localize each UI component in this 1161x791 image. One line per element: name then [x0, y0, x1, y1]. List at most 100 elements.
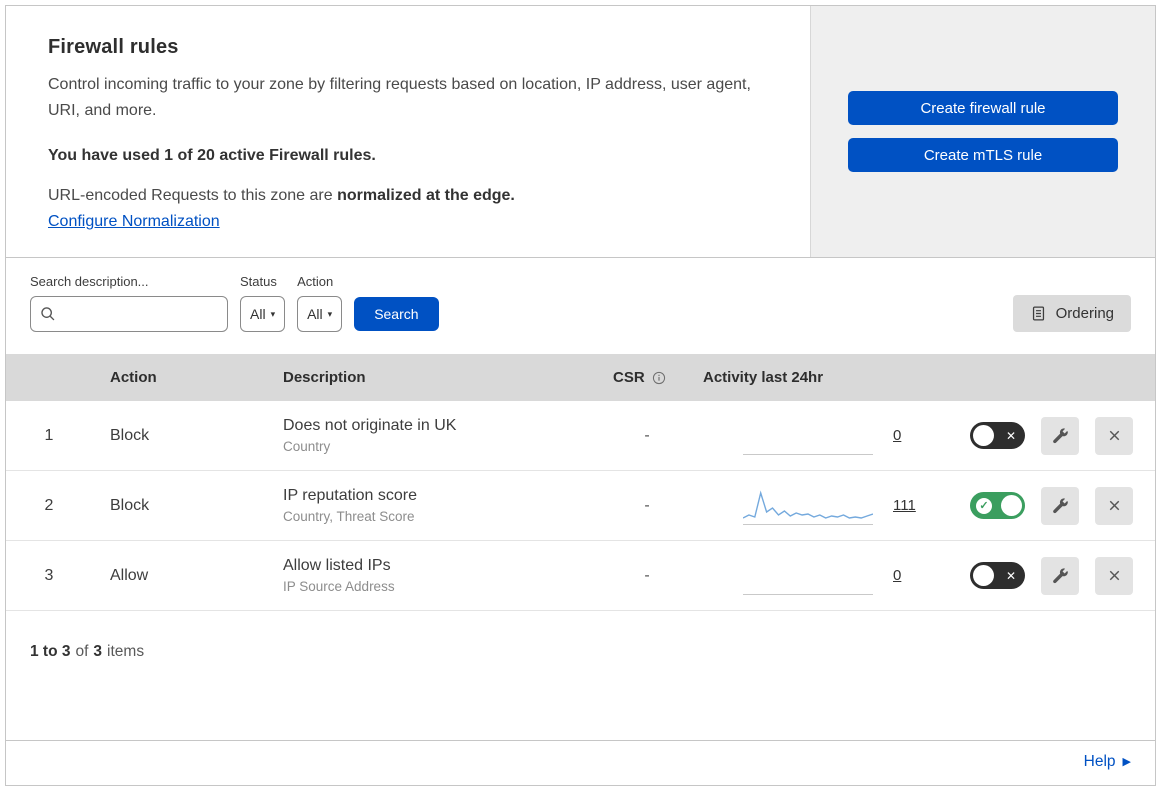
column-header-activity: Activity last 24hr — [703, 369, 824, 387]
rule-criteria: Country, Threat Score — [283, 509, 415, 525]
toggle-state-icon: ✕ — [1005, 568, 1016, 583]
header-content: Firewall rules Control incoming traffic … — [6, 6, 810, 257]
delete-rule-button[interactable] — [1095, 556, 1133, 595]
search-label: Search description... — [30, 274, 149, 290]
column-header-action: Action — [110, 369, 157, 387]
info-icon[interactable] — [652, 371, 666, 385]
close-icon — [1106, 567, 1123, 584]
activity-count-link[interactable]: 111 — [893, 497, 916, 514]
rule-csr-value: - — [644, 566, 650, 584]
action-dropdown-value: All — [307, 306, 323, 323]
normalization-text: URL-encoded Requests to this zone are — [48, 187, 338, 205]
chevron-down-icon: ▾ — [270, 308, 276, 319]
pagination-summary: 1 to 3 of 3 items — [6, 611, 1155, 740]
rule-description[interactable]: Allow listed IPs — [283, 557, 601, 575]
activity-sparkline — [743, 557, 873, 595]
rule-enabled-toggle[interactable]: ✕ — [970, 562, 1025, 590]
rule-csr-value: - — [644, 426, 650, 444]
toggle-knob — [973, 425, 994, 447]
ordering-button-label: Ordering — [1055, 305, 1114, 323]
rule-csr-value: - — [644, 496, 650, 514]
wrench-icon — [1051, 427, 1069, 445]
rule-activity-cell: 0 — [693, 417, 961, 455]
configure-normalization-link[interactable]: Configure Normalization — [48, 213, 220, 231]
edit-rule-button[interactable] — [1041, 556, 1079, 595]
page-title: Firewall rules — [48, 36, 179, 58]
rule-activity-cell: 111 — [693, 487, 961, 525]
actions-panel: Create firewall rule Create mTLS rule — [810, 6, 1155, 258]
table-row: 3 Allow Allow listed IPs IP Source Addre… — [6, 541, 1155, 612]
rule-action: Allow — [110, 566, 149, 584]
normalization-bold-text: normalized at the edge. — [337, 187, 515, 205]
items-of-text: of — [75, 643, 89, 661]
rule-description[interactable]: Does not originate in UK — [283, 417, 601, 435]
action-filter-group: Action All ▾ — [297, 274, 343, 333]
edit-rule-button[interactable] — [1041, 416, 1079, 455]
status-label: Status — [240, 274, 277, 290]
items-label: items — [107, 643, 145, 661]
search-input-wrapper — [30, 296, 228, 333]
search-group: Search description... — [30, 274, 228, 333]
header-section: Firewall rules Control incoming traffic … — [6, 6, 1155, 259]
ordering-list-icon — [1030, 305, 1047, 322]
rule-action: Block — [110, 426, 150, 444]
rule-priority: 2 — [44, 496, 54, 514]
csr-header-label: CSR — [613, 369, 645, 387]
delete-rule-button[interactable] — [1095, 486, 1133, 525]
usage-summary: You have used 1 of 20 active Firewall ru… — [48, 147, 376, 165]
filters-bar: Search description... Status All ▾ Actio… — [6, 258, 1155, 354]
rule-controls: ✓ — [961, 486, 1155, 525]
items-total: 3 — [93, 643, 103, 661]
create-firewall-rule-button[interactable]: Create firewall rule — [848, 91, 1118, 126]
rule-controls: ✕ — [961, 556, 1155, 595]
create-mtls-rule-button[interactable]: Create mTLS rule — [848, 138, 1118, 173]
activity-count-link[interactable]: 0 — [893, 427, 915, 444]
toggle-state-icon: ✕ — [1005, 428, 1016, 443]
table-header-row: Action Description CSR Activity last 24h… — [6, 354, 1155, 402]
rule-priority: 3 — [44, 566, 54, 584]
toggle-knob — [973, 565, 994, 587]
help-link-label: Help — [1083, 753, 1116, 770]
action-label: Action — [297, 274, 334, 290]
rule-description-cell: Allow listed IPs IP Source Address — [267, 557, 601, 594]
action-dropdown[interactable]: All ▾ — [297, 296, 343, 333]
rule-priority: 1 — [44, 426, 54, 444]
normalization-note: URL-encoded Requests to this zone are no… — [48, 187, 780, 205]
rule-description[interactable]: IP reputation score — [283, 487, 601, 505]
help-arrow-icon: ▶ — [1122, 755, 1131, 768]
status-dropdown-value: All — [250, 306, 266, 323]
status-filter-group: Status All ▾ — [240, 274, 286, 333]
rules-table: Action Description CSR Activity last 24h… — [6, 354, 1155, 612]
table-row: 2 Block IP reputation score Country, Thr… — [6, 471, 1155, 542]
help-bar: Help ▶ — [6, 740, 1155, 785]
rule-enabled-toggle[interactable]: ✓ — [970, 492, 1025, 520]
search-icon — [39, 305, 57, 323]
rule-description-cell: IP reputation score Country, Threat Scor… — [267, 487, 601, 524]
page-description: Control incoming traffic to your zone by… — [48, 76, 751, 119]
search-button[interactable]: Search — [354, 297, 439, 332]
ordering-button[interactable]: Ordering — [1012, 295, 1131, 333]
firewall-rules-page: Firewall rules Control incoming traffic … — [0, 0, 1161, 791]
rule-enabled-toggle[interactable]: ✕ — [970, 422, 1025, 450]
wrench-icon — [1051, 567, 1069, 585]
activity-count-link[interactable]: 0 — [893, 567, 915, 584]
column-header-description: Description — [283, 369, 366, 387]
search-input[interactable] — [30, 296, 228, 333]
rule-criteria: IP Source Address — [283, 579, 395, 595]
rule-controls: ✕ — [961, 416, 1155, 455]
items-range: 1 to 3 — [30, 643, 71, 661]
rule-description-cell: Does not originate in UK Country — [267, 417, 601, 454]
wrench-icon — [1051, 497, 1069, 515]
activity-sparkline — [743, 487, 873, 525]
chevron-down-icon: ▾ — [327, 308, 333, 319]
close-icon — [1106, 497, 1123, 514]
edit-rule-button[interactable] — [1041, 486, 1079, 525]
status-dropdown[interactable]: All ▾ — [240, 296, 286, 333]
firewall-rules-card: Firewall rules Control incoming traffic … — [5, 5, 1156, 786]
help-link[interactable]: Help ▶ — [1084, 753, 1131, 771]
delete-rule-button[interactable] — [1095, 416, 1133, 455]
toggle-state-icon: ✓ — [976, 497, 992, 514]
table-row: 1 Block Does not originate in UK Country… — [6, 401, 1155, 472]
activity-sparkline — [743, 417, 873, 455]
rule-criteria: Country — [283, 439, 331, 455]
